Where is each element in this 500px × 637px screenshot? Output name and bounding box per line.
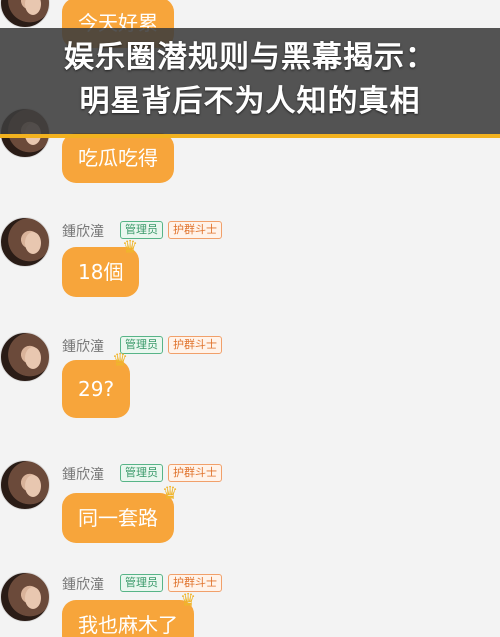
message-text: 18個 <box>78 260 124 284</box>
sender-name[interactable]: 鍾欣潼 <box>62 336 104 356</box>
sender-name[interactable]: 鍾欣潼 <box>62 574 104 594</box>
avatar[interactable] <box>0 572 50 622</box>
message-bubble[interactable]: 我也麻木了 <box>62 600 194 637</box>
message-text: 我也麻木了 <box>78 613 178 637</box>
message-text: 吃瓜吃得 <box>78 146 158 170</box>
message-bubble[interactable]: 吃瓜吃得 <box>62 133 174 183</box>
crown-icon: ♛ <box>112 350 129 371</box>
message-bubble[interactable]: 同一套路 <box>62 493 174 543</box>
title-banner: 娱乐圈潜规则与黑幕揭示： 明星背后不为人知的真相 <box>0 28 500 138</box>
avatar[interactable] <box>0 0 50 28</box>
banner-title-line-2: 明星背后不为人知的真相 <box>79 84 421 119</box>
sender-name[interactable]: 鍾欣潼 <box>62 464 104 484</box>
crown-icon: ♛ <box>180 590 197 611</box>
message-text: 同一套路 <box>78 506 158 530</box>
admin-badge: 管理员 <box>120 574 163 592</box>
guard-badge: 护群斗士 <box>168 336 222 354</box>
guard-badge: 护群斗士 <box>168 221 222 239</box>
admin-badge: 管理员 <box>120 464 163 482</box>
avatar[interactable] <box>0 332 50 382</box>
banner-title-line-1: 娱乐圈潜规则与黑幕揭示： <box>64 40 436 75</box>
crown-icon: ♛ <box>122 237 139 258</box>
message-text: 29? <box>78 377 115 401</box>
crown-icon: ♛ <box>162 483 179 504</box>
avatar[interactable] <box>0 460 50 510</box>
guard-badge: 护群斗士 <box>168 464 222 482</box>
sender-name[interactable]: 鍾欣潼 <box>62 221 104 241</box>
avatar[interactable] <box>0 217 50 267</box>
